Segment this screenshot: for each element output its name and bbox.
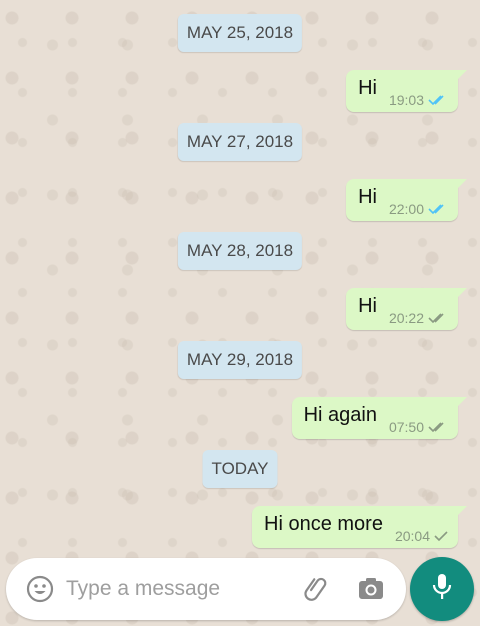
message-time: 22:00 xyxy=(388,201,424,217)
date-label: MAY 28, 2018 xyxy=(186,241,294,260)
message-list[interactable]: MAY 25, 2018 Hi 19:03 MAY 27, 2018 Hi 22… xyxy=(0,0,480,556)
outgoing-message[interactable]: Hi 19:03 xyxy=(346,70,467,112)
message-text: Hi once more xyxy=(264,513,383,535)
single-check-icon xyxy=(434,530,448,542)
date-label: TODAY xyxy=(211,459,269,478)
double-check-icon xyxy=(428,312,448,324)
emoji-icon[interactable] xyxy=(26,575,54,608)
message-time: 20:04 xyxy=(394,528,430,544)
date-label: MAY 25, 2018 xyxy=(186,23,294,42)
date-label: MAY 29, 2018 xyxy=(186,350,294,369)
message-time: 19:03 xyxy=(388,92,424,108)
outgoing-message[interactable]: Hi 22:00 xyxy=(346,179,467,221)
date-separator: MAY 27, 2018 xyxy=(177,123,303,161)
microphone-icon xyxy=(431,572,453,607)
outgoing-message[interactable]: Hi 20:22 xyxy=(346,288,467,330)
outgoing-message[interactable]: Hi once more 20:04 xyxy=(252,506,467,548)
message-time: 20:22 xyxy=(388,310,424,326)
camera-icon[interactable] xyxy=(356,575,386,608)
date-separator: TODAY xyxy=(202,450,278,488)
message-input[interactable]: Type a message xyxy=(66,577,220,601)
double-check-read-icon xyxy=(428,203,448,215)
message-time: 07:50 xyxy=(388,419,424,435)
date-separator: MAY 25, 2018 xyxy=(177,14,303,52)
message-text: Hi xyxy=(358,186,377,208)
double-check-read-icon xyxy=(428,94,448,106)
date-separator: MAY 28, 2018 xyxy=(177,232,303,270)
message-text: Hi xyxy=(358,295,377,317)
message-composer[interactable]: Type a message xyxy=(6,558,406,620)
message-text: Hi xyxy=(358,77,377,99)
paperclip-icon[interactable] xyxy=(302,574,332,609)
message-text: Hi again xyxy=(303,404,377,426)
double-check-icon xyxy=(428,421,448,433)
date-label: MAY 27, 2018 xyxy=(186,132,294,151)
microphone-button[interactable] xyxy=(410,557,474,621)
outgoing-message[interactable]: Hi again 07:50 xyxy=(291,397,468,439)
date-separator: MAY 29, 2018 xyxy=(177,341,303,379)
